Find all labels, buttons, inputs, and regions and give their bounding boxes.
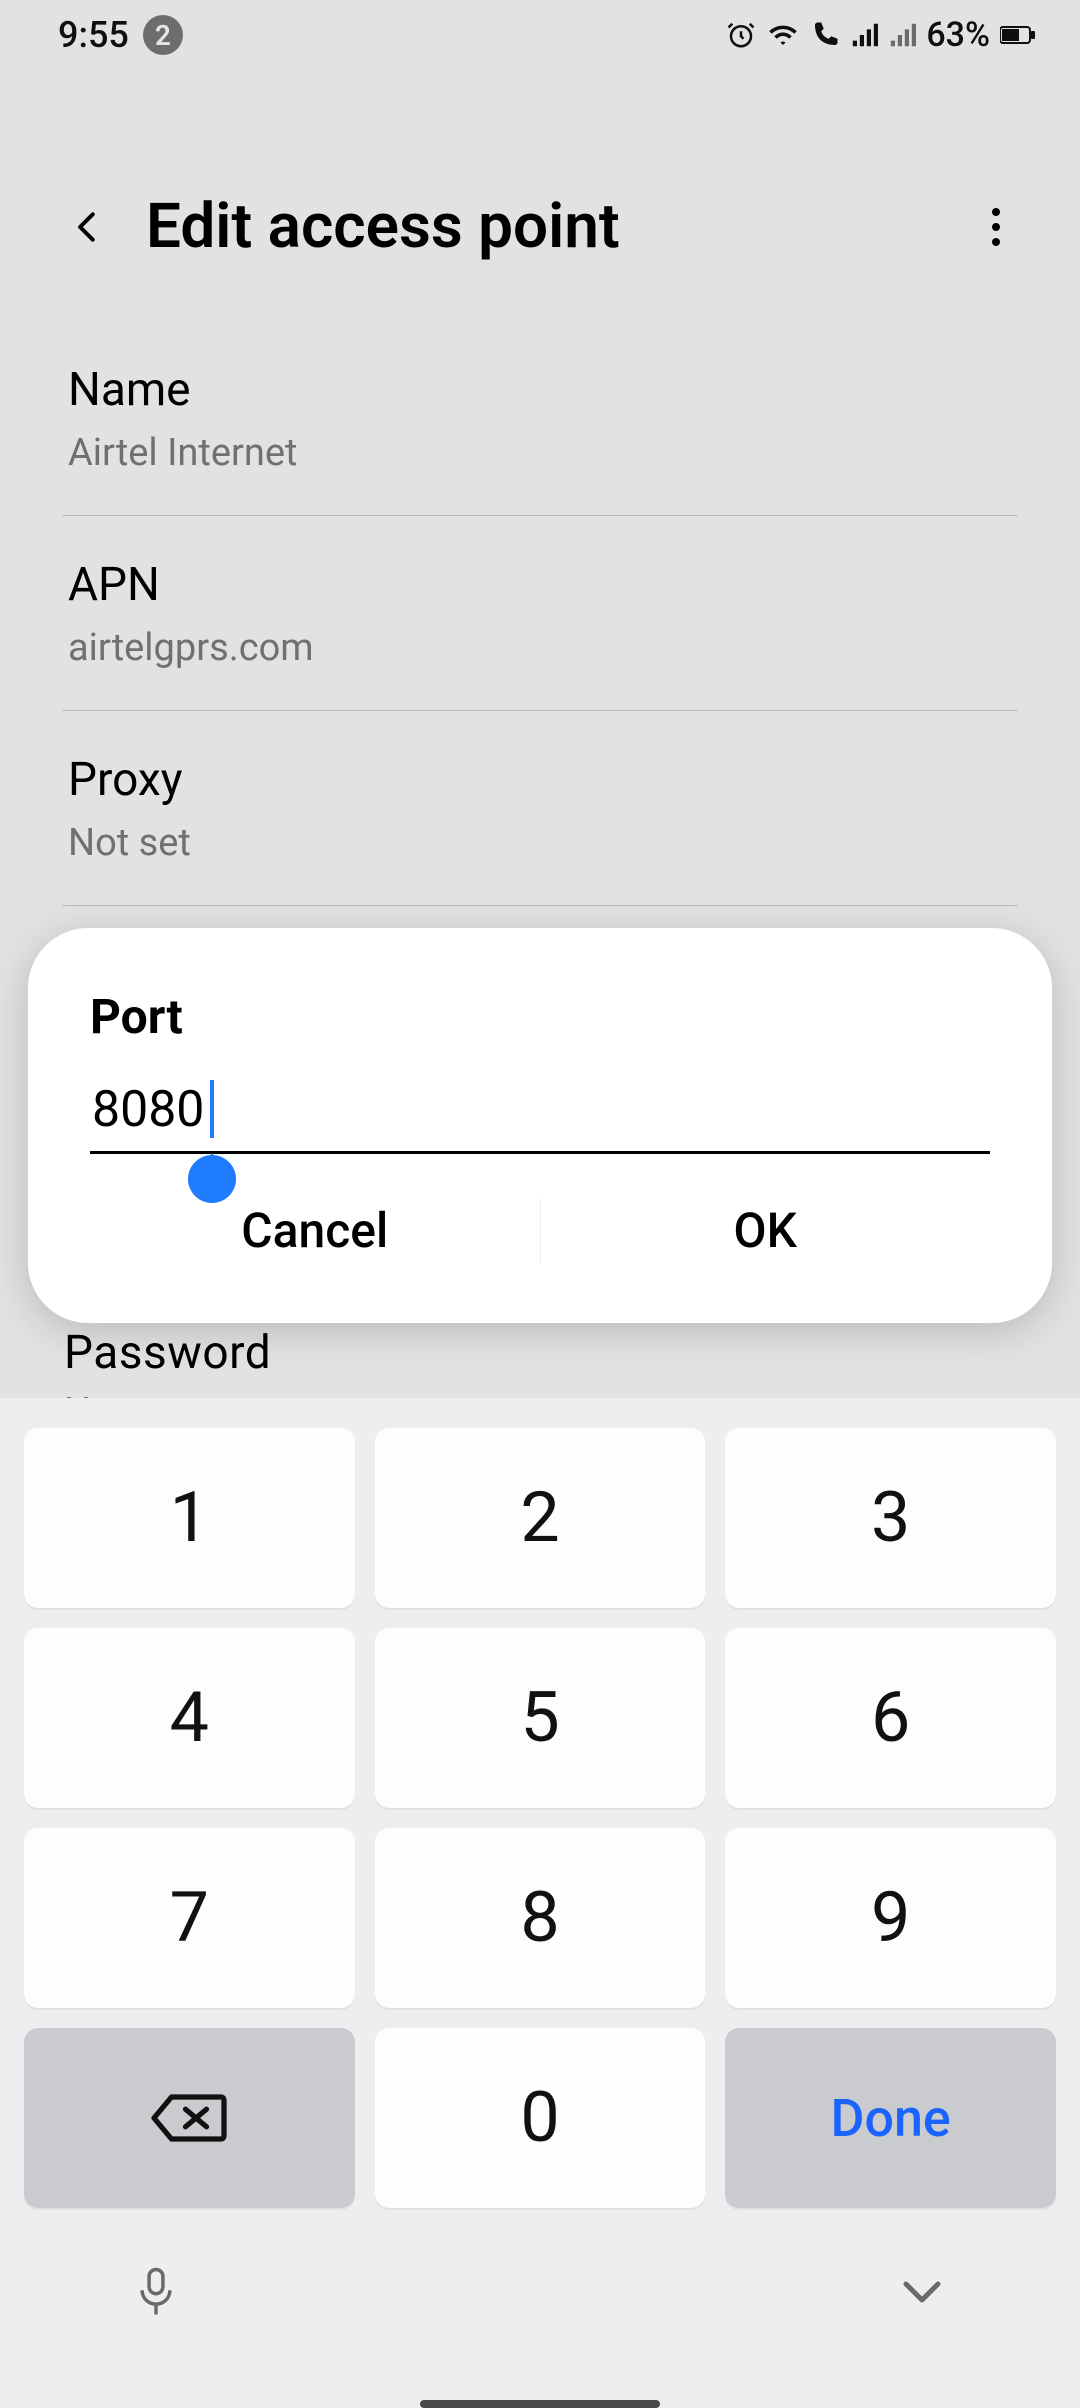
key-1[interactable]: 1	[24, 1428, 355, 1608]
key-3[interactable]: 3	[725, 1428, 1056, 1608]
text-cursor-handle[interactable]	[188, 1155, 236, 1203]
key-4[interactable]: 4	[24, 1628, 355, 1808]
backspace-icon	[149, 2090, 229, 2146]
text-cursor	[210, 1080, 214, 1138]
key-9[interactable]: 9	[725, 1828, 1056, 2008]
key-backspace[interactable]	[24, 2028, 355, 2208]
numeric-keypad: 1 2 3 4 5 6 7 8 9 0 Done	[0, 1398, 1080, 2408]
key-8[interactable]: 8	[375, 1828, 706, 2008]
key-7[interactable]: 7	[24, 1828, 355, 2008]
key-done[interactable]: Done	[725, 2028, 1056, 2208]
key-6[interactable]: 6	[725, 1628, 1056, 1808]
ok-button[interactable]: OK	[541, 1184, 991, 1277]
port-input[interactable]	[90, 1075, 990, 1154]
collapse-keyboard-button[interactable]	[898, 2276, 946, 2312]
key-2[interactable]: 2	[375, 1428, 706, 1608]
voice-input-button[interactable]	[134, 2266, 178, 2322]
dialog-title: Port	[90, 988, 990, 1045]
key-0[interactable]: 0	[375, 2028, 706, 2208]
chevron-down-icon	[898, 2276, 946, 2308]
mic-icon	[134, 2266, 178, 2318]
cancel-button[interactable]: Cancel	[90, 1184, 540, 1277]
port-edit-dialog: Port Cancel OK	[28, 928, 1052, 1323]
key-5[interactable]: 5	[375, 1628, 706, 1808]
gesture-handle[interactable]	[420, 2400, 660, 2408]
